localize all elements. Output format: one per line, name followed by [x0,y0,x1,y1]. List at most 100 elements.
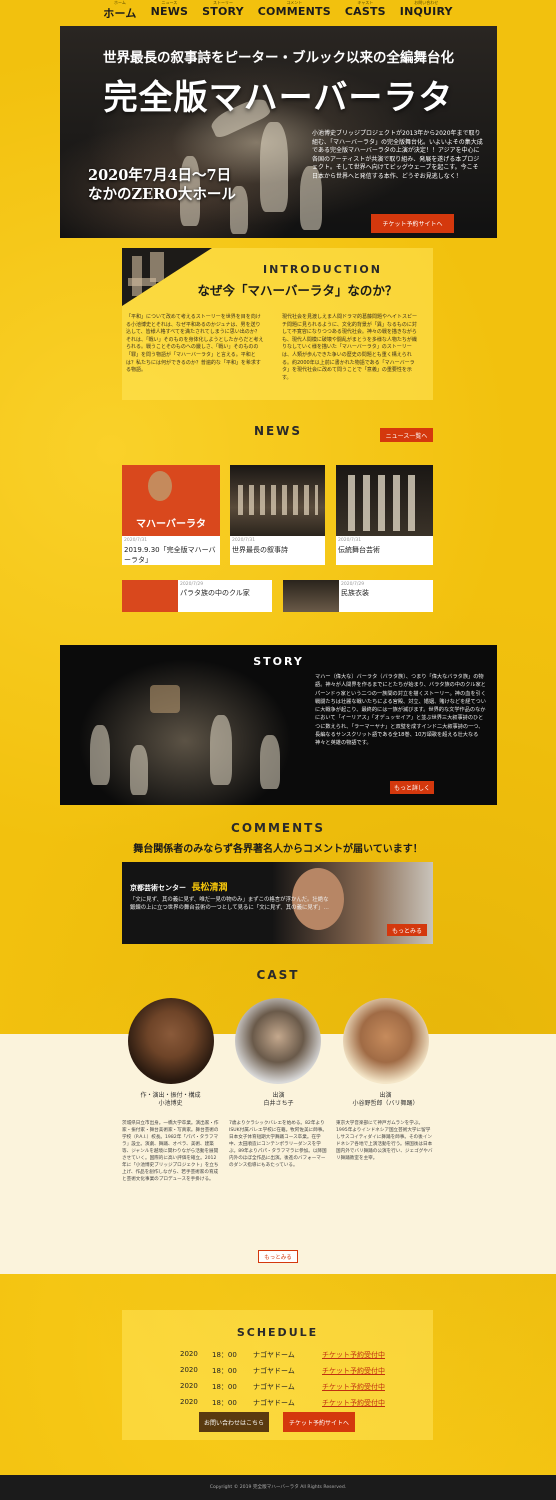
introduction-column-1: 「平和」について改めて考えるストーリーを世界を目を向ける小池博史とそれは、なぜ平… [126,314,264,374]
hero-date-line2: なかのZERO大ホール [88,186,236,203]
cast-credit: 作・演出・振付・構成 小池博史 [108,1092,233,1108]
news-card-title: 2019.9.30「完全版マハーバーラタ」 [124,546,216,564]
schedule-venue: ナゴヤドーム [253,1383,295,1391]
schedule-venue: ナゴヤドーム [253,1399,295,1407]
introduction-column-2: 現代社会を見渡しえま人間ドラマ的葛藤問題やヘイトスピーチ問題に見られるように、文… [282,314,418,381]
news-card-title: 民族衣装 [341,589,369,597]
schedule-section: SCHEDULE 2020 18：00 ナゴヤドーム チケット予約受付中 202… [122,1310,433,1440]
hero-date-line1: 2020年7月4日～7日 [88,167,232,184]
cast-name: 小谷野哲郎（バリ舞踊） [352,1100,419,1107]
schedule-row: 2020 18：00 ナゴヤドーム チケット予約受付中 [122,1380,433,1394]
hero-description: 小池博史ブリッジプロジェクトが2013年から2020年まで取り組む、「マハーバー… [312,130,483,180]
news-card-poster-title: マハーバーラタ [136,519,206,530]
schedule-time: 18：00 [212,1399,237,1407]
schedule-year: 2020 [180,1382,198,1390]
schedule-ticket-link[interactable]: チケット予約受付中 [322,1382,385,1392]
news-card-small[interactable]: 2020/7/29 民族衣装 [283,580,433,612]
nav-news-label: NEWS [150,5,189,18]
story-stage-photo [60,645,310,805]
introduction-catchphrase: なぜ今「マハーバーラタ」なのか？ [197,283,398,298]
hero-subtitle: 世界最長の叙事詩をピーター・ブルック以来の全編舞台化 [103,50,454,66]
news-card-thumbnail [230,465,325,536]
nav-story-label: STORY [202,5,244,18]
cast-bio: 東京大学音楽部にて神戸ガムランを学ぶ。1995年よりインドネシア国立芸術大学に留… [336,1121,433,1161]
inquiry-button[interactable]: お問い合わせはこちら [199,1412,269,1432]
schedule-row: 2020 18：00 ナゴヤドーム チケット予約受付中 [122,1348,433,1362]
costume-photo [348,475,422,531]
cast-avatar-koyano [343,998,429,1084]
cast-bio: 7歳よりクラシックバレエを始める。82年よりISUK付属バレエ学校に在籍。牧阿佐… [229,1121,327,1168]
news-card-title: 伝統舞台芸術 [338,546,380,554]
news-card-date: 2020/7/31 [338,538,362,543]
schedule-ticket-link[interactable]: チケット予約受付中 [322,1366,385,1376]
hero-date: 2020年7月4日～7日 なかのZERO大ホール [88,166,236,204]
news-list-button[interactable]: ニュース一覧へ [380,428,433,442]
news-card-date: 2020/7/29 [341,582,365,587]
dancers-photo [238,485,318,515]
comment-card: 京都芸術センター 長松清潤 「文に見ず、其の義に見ず、唯だ一見の物のみ」まずこの… [122,862,433,944]
news-card-thumbnail: マハーバーラタ [122,465,220,536]
cast-name: 小池博史 [158,1100,183,1107]
schedule-time: 18：00 [212,1367,237,1375]
introduction-heading: INTRODUCTION [263,263,382,276]
nav-home-label: ホーム [103,7,137,20]
news-card-date: 2020/7/29 [180,582,204,587]
comments-more-button[interactable]: もっとみる [387,924,427,936]
news-card-date: 2020/7/31 [124,538,148,543]
news-card[interactable]: 2020/7/31 伝統舞台芸術 [336,465,433,565]
story-heading: STORY [253,655,304,668]
schedule-year: 2020 [180,1350,198,1358]
news-card-title: パラタ族の中のクル家 [180,589,250,597]
schedule-row: 2020 18：00 ナゴヤドーム チケット予約受付中 [122,1396,433,1410]
schedule-ticket-link[interactable]: チケット予約受付中 [322,1398,385,1408]
news-card[interactable]: 2020/7/31 世界最長の叙事詩 [230,465,325,565]
cast-role: 出演 [379,1092,392,1099]
cast-role: 作・演出・振付・構成 [140,1092,201,1099]
nav-home[interactable]: ホーム ホーム [103,0,136,22]
schedule-year: 2020 [180,1366,198,1374]
schedule-ticket-link[interactable]: チケット予約受付中 [322,1350,385,1360]
nav-casts[interactable]: キャスト CASTS [345,0,386,22]
nav-comments[interactable]: コメント COMMENTS [258,0,331,22]
hero-title: 完全版マハーバーラタ [103,78,454,118]
commenter-org: 京都芸術センター [130,884,186,892]
news-card-title: 世界最長の叙事詩 [232,546,288,554]
news-heading: NEWS [253,424,303,438]
story-section: STORY マハー（偉大な）バーラタ（バラタ族）、つまり「偉大なバラタ族」の物語… [60,645,497,805]
global-nav: ホーム ホーム ニュース NEWS ストーリー STORY コメント COMME… [0,0,556,22]
commenter-credit: 京都芸術センター 長松清潤 [130,880,227,893]
schedule-year: 2020 [180,1398,198,1406]
commenter-name: 長松清潤 [191,883,228,893]
story-more-button[interactable]: もっと詳しく [390,781,434,794]
news-card-small[interactable]: 2020/7/29 パラタ族の中のクル家 [122,580,272,612]
footer: Copyright © 2019 完全版マハーバーラタ All Rights R… [0,1475,556,1500]
nav-news[interactable]: ニュース NEWS [151,0,189,22]
nav-inquiry[interactable]: お問い合わせ INQUIRY [400,0,453,22]
cast-credit: 出演 小谷野哲郎（バリ舞踊） [323,1092,448,1108]
nav-inquiry-label: INQUIRY [399,5,453,18]
nav-story[interactable]: ストーリー STORY [202,0,244,22]
news-card-thumbnail [283,580,339,612]
cast-avatar-koike [128,998,214,1084]
introduction-section: INTRODUCTION なぜ今「マハーバーラタ」なのか？ 「平和」について改め… [122,248,433,400]
nav-casts-label: CASTS [344,5,386,18]
schedule-ticket-button[interactable]: チケット予約サイトへ [283,1412,355,1432]
performer-photo [148,471,172,501]
schedule-heading: SCHEDULE [236,1326,319,1339]
schedule-time: 18：00 [212,1383,237,1391]
schedule-venue: ナゴヤドーム [253,1351,295,1359]
news-card[interactable]: マハーバーラタ 2020/7/31 2019.9.30「完全版マハーバーラタ」 [122,465,220,565]
comment-body: 「文に見ず、其の義に見ず、唯だ一見の物のみ」まずこの格言が浮かんだ。壮絶な鍛錬の… [130,897,329,911]
news-card-thumbnail [336,465,433,536]
cast-section: 作・演出・振付・構成 小池博史 出演 白井さち子 出演 小谷野哲郎（バリ舞踊） … [0,998,556,1274]
schedule-time: 18：00 [212,1351,237,1359]
news-card-thumbnail [122,580,178,612]
hero-ticket-button[interactable]: チケット予約サイトへ [371,214,454,233]
cast-avatar-shirai [235,998,321,1084]
cast-bio: 茨城県日立市出身。一橋大学卒業。演出家・作家・振付家・舞台美術家・写真家。舞台芸… [122,1121,219,1182]
schedule-venue: ナゴヤドーム [253,1367,295,1375]
cast-more-button[interactable]: もっとみる [258,1250,298,1263]
schedule-row: 2020 18：00 ナゴヤドーム チケット予約受付中 [122,1364,433,1378]
comments-subtitle: 舞台関係者のみならず各界著名人からコメントが届いています！ [133,844,423,855]
nav-comments-label: COMMENTS [257,5,331,18]
